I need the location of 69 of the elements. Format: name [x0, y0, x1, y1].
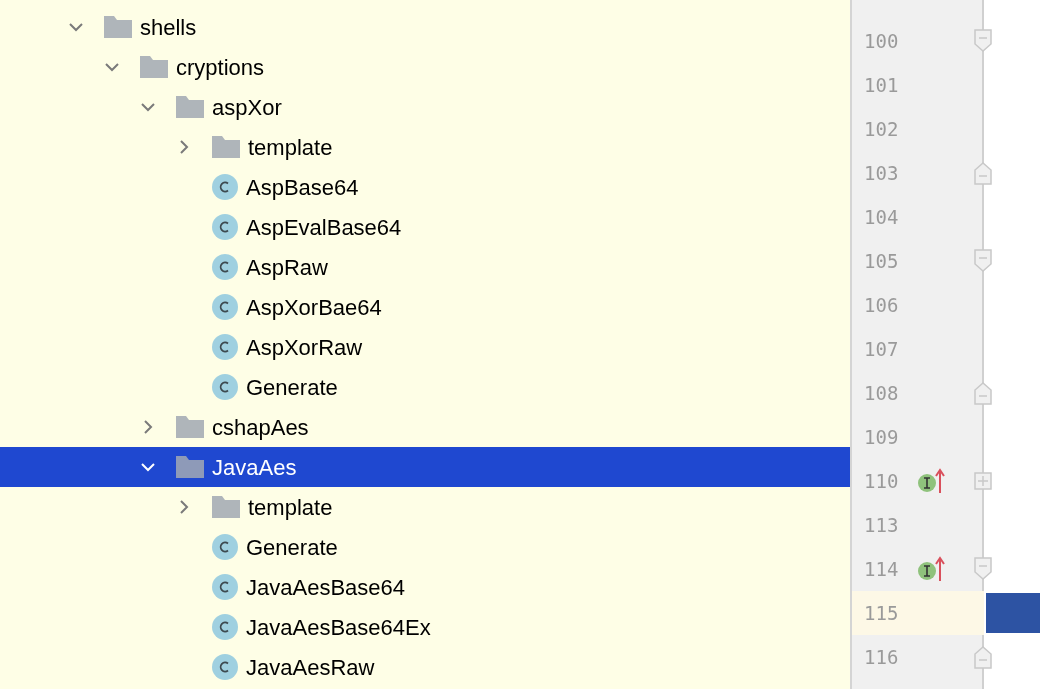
tree-label: JavaAesRaw	[246, 653, 375, 682]
tree-row[interactable]: template	[0, 487, 850, 527]
tree-row[interactable]: shells	[0, 7, 850, 47]
line-number: 100	[864, 28, 900, 54]
tree-row[interactable]: JavaAes	[0, 447, 850, 487]
tree-row[interactable]: JavaAesRaw	[0, 647, 850, 687]
tree-label: JavaAesBase64	[246, 573, 405, 602]
folder-icon	[212, 136, 240, 158]
tree-row[interactable]: JavaAesBase64	[0, 567, 850, 607]
tree-row[interactable]: aspXor	[0, 87, 850, 127]
class-icon	[212, 374, 238, 400]
line-number: 108	[864, 380, 900, 406]
line-number: 114	[864, 556, 900, 582]
class-icon	[212, 654, 238, 680]
class-icon	[212, 334, 238, 360]
line-number: 103	[864, 160, 900, 186]
tree-row[interactable]: JavaAesBase64Ex	[0, 607, 850, 647]
folder-icon	[104, 16, 132, 38]
tree-row[interactable]: Generate	[0, 527, 850, 567]
folder-icon	[212, 496, 240, 518]
line-number: 104	[864, 204, 900, 230]
tree-label: cryptions	[176, 53, 265, 82]
implements-icon[interactable]	[918, 556, 948, 582]
class-icon	[212, 174, 238, 200]
tree-row[interactable]: AspEvalBase64	[0, 207, 850, 247]
line-number: 115	[864, 600, 900, 626]
tree-label: template	[248, 493, 333, 522]
class-icon	[212, 254, 238, 280]
line-number: 113	[864, 512, 900, 538]
line-number: 116	[864, 644, 900, 670]
selection-highlight	[986, 593, 1040, 633]
tree-label: AspEvalBase64	[246, 213, 402, 242]
class-icon	[212, 294, 238, 320]
tree-row[interactable]: template	[0, 127, 850, 167]
tree-label: JavaAesBase64Ex	[246, 613, 431, 642]
tree-label: Generate	[246, 373, 338, 402]
class-icon	[212, 214, 238, 240]
line-number: 106	[864, 292, 900, 318]
line-number: 107	[864, 336, 900, 362]
tree-label: template	[248, 133, 333, 162]
tree-row[interactable]: Generate	[0, 367, 850, 407]
tree-label: AspBase64	[246, 173, 359, 202]
line-number: 109	[864, 424, 900, 450]
tree-label: JavaAes	[212, 453, 297, 482]
implements-icon[interactable]	[918, 468, 948, 494]
line-number: 102	[864, 116, 900, 142]
line-number: 101	[864, 72, 900, 98]
tree-row[interactable]: AspXorRaw	[0, 327, 850, 367]
tree-row[interactable]: cshapAes	[0, 407, 850, 447]
tree-row[interactable]: cryptions	[0, 47, 850, 87]
class-icon	[212, 574, 238, 600]
tree-row[interactable]: AspBase64	[0, 167, 850, 207]
class-icon	[212, 534, 238, 560]
tree-label: Generate	[246, 533, 338, 562]
tree-row[interactable]: AspRaw	[0, 247, 850, 287]
folder-icon	[176, 96, 204, 118]
tree-row[interactable]: AspXorBae64	[0, 287, 850, 327]
tree-label: AspXorBae64	[246, 293, 382, 322]
line-number: 110	[864, 468, 900, 494]
tree-label: cshapAes	[212, 413, 309, 442]
tree-label: shells	[140, 13, 197, 42]
line-number: 105	[864, 248, 900, 274]
tree-label: aspXor	[212, 93, 282, 122]
folder-icon	[176, 416, 204, 438]
tree-label: AspXorRaw	[246, 333, 363, 362]
tree-label: AspRaw	[246, 253, 328, 282]
folder-icon	[140, 56, 168, 78]
class-icon	[212, 614, 238, 640]
folder-icon	[176, 456, 204, 478]
